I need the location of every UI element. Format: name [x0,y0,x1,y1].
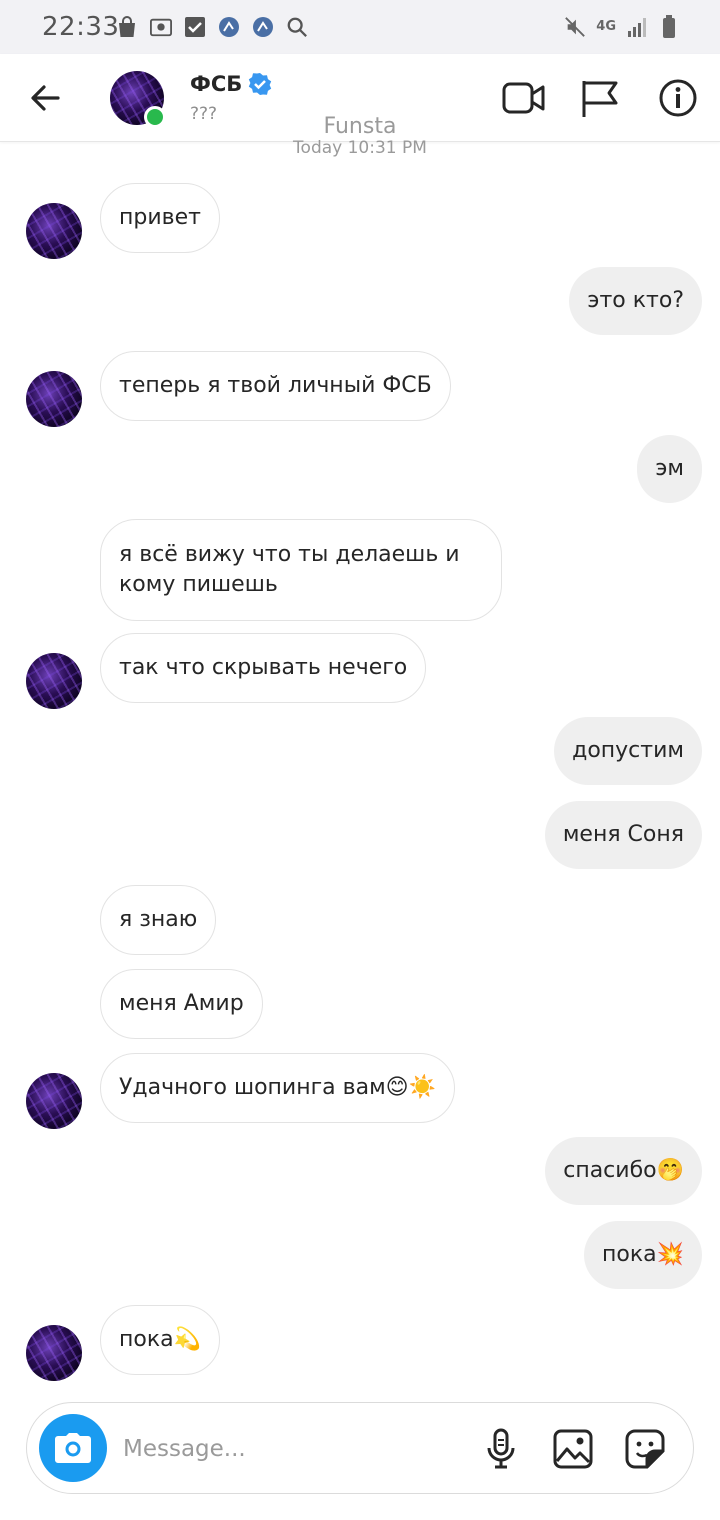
video-camera-icon [502,82,545,114]
voice-message-button[interactable] [479,1427,523,1471]
search-icon [286,14,308,40]
avatar[interactable] [26,1325,82,1381]
message-incoming[interactable]: привет [100,183,220,253]
info-icon [659,79,697,117]
message-input[interactable] [123,1429,453,1469]
message-composer [26,1402,694,1494]
message-outgoing[interactable]: пока💥 [583,1221,702,1289]
microphone-icon [487,1428,515,1469]
flag-icon [582,81,618,117]
battery-icon [658,14,680,40]
message-incoming[interactable]: так что скрывать нечего [100,633,427,703]
message-incoming[interactable]: пока💫 [100,1305,221,1375]
message-outgoing[interactable]: допустим [554,717,702,785]
network-4g-icon: 4G [596,19,616,34]
message-incoming[interactable]: теперь я твой личный ФСБ [100,351,451,421]
mute-icon [564,14,586,40]
message-outgoing[interactable]: спасибо🤭 [545,1137,702,1205]
camera-icon [55,1433,91,1463]
message-incoming[interactable]: я знаю [100,885,217,955]
back-button[interactable] [26,78,66,118]
verified-badge-icon [248,72,272,96]
avatar[interactable] [26,653,82,709]
camera-button[interactable] [39,1414,107,1482]
message-outgoing[interactable]: меня Соня [544,801,702,869]
radio-icon [150,14,172,40]
system-icons: 4G [564,14,680,40]
running-app-icon [218,14,240,40]
avatar[interactable] [26,203,82,259]
shopping-bag-icon [116,14,138,40]
message-incoming[interactable]: меня Амир [100,969,263,1039]
message-outgoing[interactable]: эм [637,435,702,503]
status-time: 22:33 [42,12,120,42]
status-bar: 22:33 4G [0,0,720,54]
signal-icon [626,14,648,40]
running-app-icon [252,14,274,40]
date-separator: Today 10:31 PM [293,138,427,158]
sticker-button[interactable] [623,1427,667,1471]
online-status-dot [144,106,166,128]
arrow-left-icon [31,85,60,111]
sticker-icon [625,1429,665,1469]
checkbox-icon [184,14,206,40]
gallery-button[interactable] [551,1427,595,1471]
watermark: Funsta [323,114,397,139]
message-incoming[interactable]: я всё вижу что ты делаешь и кому пишешь [100,519,502,621]
avatar[interactable] [26,371,82,427]
avatar[interactable] [26,1073,82,1129]
message-outgoing[interactable]: это кто? [569,267,702,335]
message-incoming[interactable]: Удачного шопинга вам😊☀️ [100,1053,456,1123]
contact-name[interactable]: ФСБ [190,72,242,96]
notification-icons [116,14,308,40]
image-icon [553,1429,593,1469]
